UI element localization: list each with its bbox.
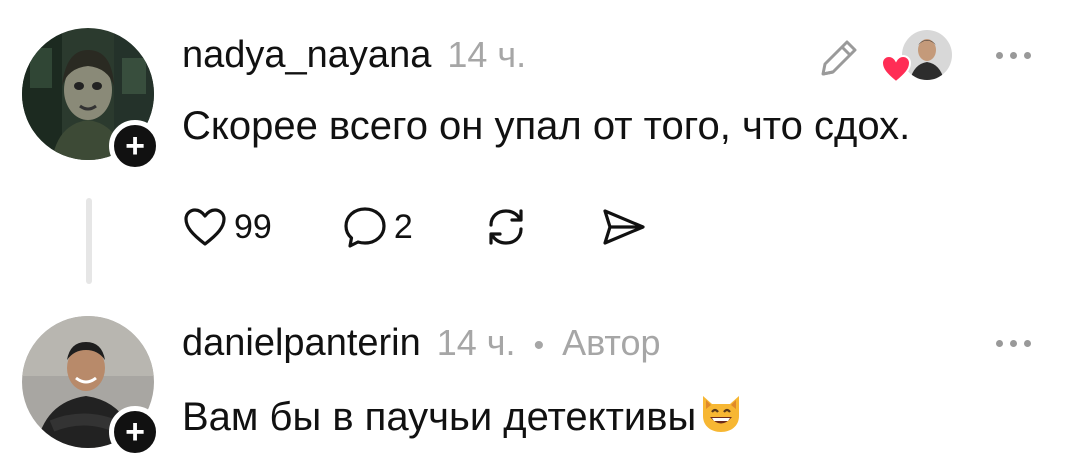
timestamp: 14 ч. — [436, 322, 516, 363]
grinning-cat-emoji — [698, 390, 744, 444]
comment-text: Скорее всего он упал от того, что сдох. — [182, 104, 911, 148]
send-icon — [603, 209, 645, 245]
more-options-icon[interactable] — [996, 52, 1031, 59]
speech-bubble-icon — [344, 207, 386, 248]
repost-icon — [489, 209, 523, 245]
comment-text: Вам бы в паучьи детективы — [182, 394, 697, 439]
action-bar: 99 2 — [182, 205, 717, 249]
comment-body: Вам бы в паучьи детективы — [182, 390, 744, 444]
separator-dot: • — [533, 329, 545, 362]
comment-item: + danielpanterin 14 ч. • Автор Вам бы в … — [0, 300, 1083, 463]
username[interactable]: nadya_nayana — [182, 34, 431, 77]
author-label: Автор — [562, 322, 661, 363]
reply-button[interactable]: 2 — [342, 205, 413, 249]
follow-plus-icon[interactable]: + — [109, 406, 161, 458]
thread-line — [86, 198, 92, 284]
username[interactable]: danielpanterin — [182, 322, 421, 365]
reply-count: 2 — [393, 207, 413, 246]
comment-item: + nadya_nayana 14 ч. Скорее всего он упа — [0, 0, 1083, 300]
follow-plus-icon[interactable]: + — [109, 120, 161, 172]
share-button[interactable] — [599, 205, 647, 249]
repost-button[interactable] — [483, 205, 529, 249]
author-like-indicator — [880, 28, 954, 89]
like-count: 99 — [234, 207, 272, 246]
like-button[interactable]: 99 — [182, 206, 272, 248]
heart-filled-icon — [880, 54, 912, 89]
more-options-icon[interactable] — [996, 340, 1031, 347]
heart-outline-icon — [184, 208, 226, 246]
timestamp: 14 ч. — [447, 34, 527, 75]
pencil-icon[interactable] — [815, 34, 863, 87]
